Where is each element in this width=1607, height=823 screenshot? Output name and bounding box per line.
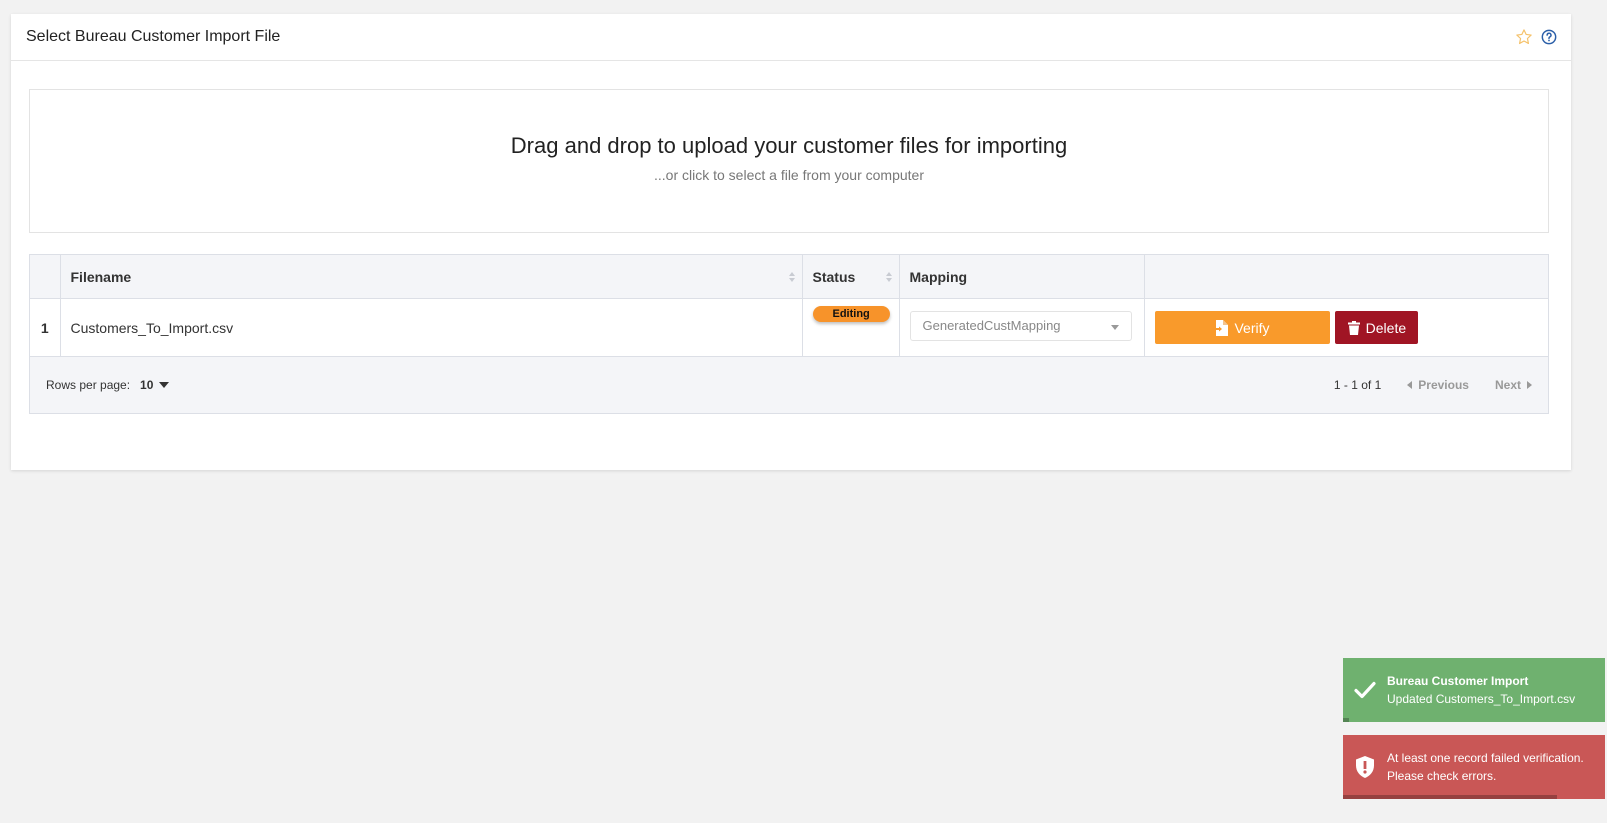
help-icon[interactable]	[1541, 29, 1557, 45]
column-header-filename-label: Filename	[70, 268, 132, 285]
row-mapping-cell: GeneratedCustMapping	[899, 298, 1145, 357]
next-page-label: Next	[1494, 378, 1521, 392]
verify-button[interactable]: Verify	[1154, 311, 1330, 344]
pagination: 1 - 1 of 1 Previous Next	[1334, 378, 1532, 392]
error-toast-line2: Please check errors.	[1387, 769, 1497, 783]
panel-header: Select Bureau Customer Import File	[11, 14, 1571, 61]
table-header-row: Filename Status Mapping	[30, 255, 1548, 299]
row-filename: Customers_To_Import.csv	[60, 298, 803, 357]
column-header-mapping: Mapping	[899, 255, 1145, 299]
rows-per-page-label: Rows per page:	[46, 378, 131, 392]
chevron-down-icon	[1110, 318, 1119, 333]
chevron-right-icon	[1527, 381, 1532, 389]
previous-page-label: Previous	[1418, 378, 1469, 392]
next-page-button[interactable]: Next	[1495, 378, 1532, 392]
success-toast-progress	[1343, 718, 1349, 722]
status-badge: Editing	[812, 305, 890, 322]
success-toast-text: Bureau Customer Import Updated Customers…	[1387, 672, 1575, 708]
header-icons	[1515, 28, 1557, 46]
import-panel: Select Bureau Customer Import File Drag …	[11, 14, 1571, 470]
column-header-status[interactable]: Status	[802, 255, 900, 299]
error-toast-text: At least one record failed verification.…	[1387, 749, 1584, 785]
mapping-select[interactable]: GeneratedCustMapping	[909, 310, 1132, 341]
caret-down-icon	[159, 382, 170, 388]
verify-button-label: Verify	[1234, 319, 1270, 336]
success-toast-message: Updated Customers_To_Import.csv	[1387, 692, 1576, 706]
rows-per-page-select[interactable]: 10	[140, 378, 170, 392]
sort-icon[interactable]	[788, 270, 796, 286]
trash-icon	[1347, 320, 1360, 335]
rows-per-page-value: 10	[140, 378, 154, 392]
column-header-actions	[1144, 255, 1548, 299]
success-toast-title: Bureau Customer Import	[1387, 674, 1529, 688]
shield-exclamation-icon	[1343, 756, 1387, 778]
dropzone-subtitle: ...or click to select a file from your c…	[654, 167, 924, 183]
success-toast[interactable]: Bureau Customer Import Updated Customers…	[1343, 658, 1605, 722]
previous-page-button[interactable]: Previous	[1407, 378, 1469, 392]
column-header-index	[30, 255, 61, 299]
column-header-status-label: Status	[812, 268, 856, 285]
column-header-filename[interactable]: Filename	[60, 255, 803, 299]
pagination-range: 1 - 1 of 1	[1333, 378, 1382, 392]
page-title: Select Bureau Customer Import File	[26, 28, 281, 45]
row-status-cell: Editing	[802, 298, 900, 357]
check-icon	[1343, 681, 1387, 699]
error-toast-progress	[1343, 795, 1557, 799]
chevron-left-icon	[1407, 381, 1413, 389]
error-toast-line1: At least one record failed verification.	[1387, 751, 1584, 765]
table-footer: Rows per page: 10 1 - 1 of 1 Previous Ne…	[30, 357, 1548, 413]
file-import-icon	[1214, 319, 1229, 336]
dropzone-title: Drag and drop to upload your customer fi…	[510, 133, 1068, 158]
table-row: 1 Customers_To_Import.csv Editing Genera…	[30, 298, 1548, 357]
file-dropzone[interactable]: Drag and drop to upload your customer fi…	[29, 89, 1549, 233]
mapping-select-value: GeneratedCustMapping	[922, 318, 1061, 333]
sort-icon[interactable]	[885, 270, 893, 286]
row-index: 1	[30, 298, 61, 357]
files-table: Filename Status Mapping 1 Customers_To_I…	[29, 254, 1549, 414]
star-icon[interactable]	[1515, 28, 1533, 46]
delete-button-label: Delete	[1365, 319, 1407, 336]
delete-button[interactable]: Delete	[1335, 311, 1419, 344]
rows-per-page: Rows per page: 10	[46, 378, 170, 392]
error-toast[interactable]: At least one record failed verification.…	[1343, 735, 1605, 799]
row-actions-cell: Verify Delete	[1144, 298, 1548, 357]
